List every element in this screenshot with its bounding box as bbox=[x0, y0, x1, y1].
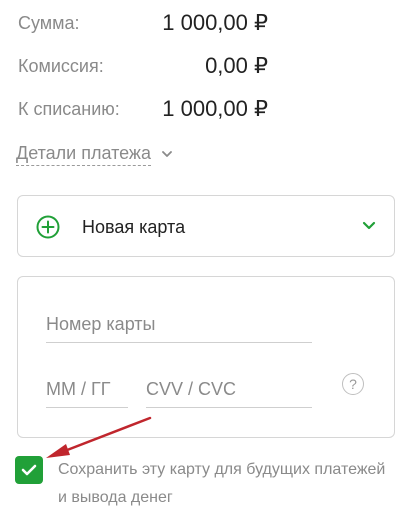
total-label: К списанию: bbox=[18, 99, 120, 119]
chevron-down-icon bbox=[161, 148, 173, 160]
cvv-help-button[interactable]: ? bbox=[342, 373, 364, 395]
expiry-input[interactable] bbox=[46, 372, 128, 408]
checkmark-icon bbox=[21, 464, 37, 476]
total-row: К списанию: 1 000,00 ₽ bbox=[18, 96, 268, 122]
commission-label: Комиссия: bbox=[18, 56, 104, 76]
save-card-label: Сохранить эту карту для будущих платежей… bbox=[58, 461, 386, 506]
payment-details-label: Детали платежа bbox=[16, 142, 151, 166]
commission-row: Комиссия: 0,00 ₽ bbox=[18, 53, 268, 79]
card-details-form: ? bbox=[17, 276, 395, 438]
save-card-checkbox[interactable] bbox=[15, 456, 43, 484]
amount-row: Сумма: 1 000,00 ₽ bbox=[18, 10, 268, 36]
payment-form: Сумма: 1 000,00 ₽ Комиссия: 0,00 ₽ К спи… bbox=[0, 0, 413, 515]
amount-value: 1 000,00 ₽ bbox=[162, 10, 268, 35]
cvv-input[interactable] bbox=[146, 372, 312, 408]
plus-circle-icon bbox=[36, 215, 60, 239]
chevron-down-icon bbox=[362, 221, 376, 230]
card-number-input[interactable] bbox=[46, 307, 312, 343]
commission-value: 0,00 ₽ bbox=[205, 53, 268, 78]
amount-label: Сумма: bbox=[18, 13, 80, 33]
payment-details-link[interactable]: Детали платежа bbox=[16, 141, 173, 167]
total-value: 1 000,00 ₽ bbox=[162, 96, 268, 121]
card-select-value: Новая карта bbox=[82, 217, 186, 237]
question-mark-icon: ? bbox=[349, 376, 357, 392]
card-select-dropdown[interactable]: Новая карта bbox=[17, 195, 395, 257]
